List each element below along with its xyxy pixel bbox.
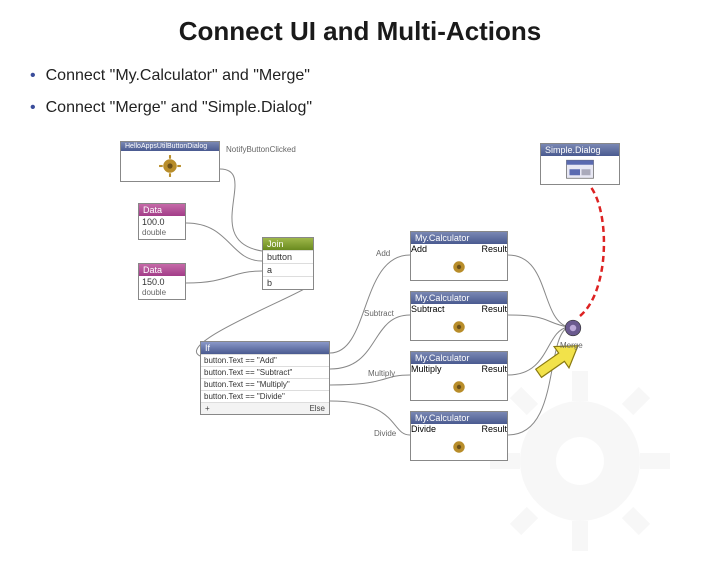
merge-label: Merge: [560, 341, 583, 350]
gear-icon: [411, 314, 507, 340]
if-row: button.Text == "Subtract": [201, 366, 329, 378]
port-label: Subtract: [364, 309, 394, 318]
node-join[interactable]: Join button a b: [262, 237, 314, 290]
node-simpledialog[interactable]: Simple.Dialog: [540, 143, 620, 185]
node-data-2[interactable]: Data 150.0 double: [138, 263, 186, 300]
gear-icon: [411, 254, 507, 280]
if-else: Else: [309, 404, 325, 413]
node-if[interactable]: If button.Text == "Add" button.Text == "…: [200, 341, 330, 415]
gear-icon: [121, 151, 219, 181]
bullet-item: Connect "Merge" and "Simple.Dialog": [30, 99, 720, 117]
node-header: My.Calculator: [411, 292, 507, 304]
node-header: If: [201, 342, 329, 354]
flow-diagram: HelloAppsUtilButtonDialog NotifyButtonCl…: [0, 131, 720, 511]
gear-icon: [480, 361, 680, 566]
if-row: button.Text == "Multiply": [201, 378, 329, 390]
merge-icon: [560, 315, 586, 341]
node-header: Data: [139, 204, 185, 216]
data-type: double: [139, 228, 185, 239]
node-data-1[interactable]: Data 100.0 double: [138, 203, 186, 240]
calc-result-label: Result: [481, 244, 507, 254]
if-row: button.Text == "Add": [201, 354, 329, 366]
dialog-icon: [541, 156, 619, 184]
bullet-list: Connect "My.Calculator" and "Merge" Conn…: [0, 47, 720, 117]
join-row: button: [263, 250, 313, 263]
port-label: Divide: [374, 429, 396, 438]
node-mycalculator[interactable]: My.Calculator Divide Result: [410, 411, 508, 461]
if-row: button.Text == "Divide": [201, 390, 329, 402]
if-plus[interactable]: +: [205, 404, 210, 413]
gear-icon: [411, 434, 507, 460]
calc-result-label: Result: [481, 364, 507, 374]
node-mycalculator[interactable]: My.Calculator Add Result: [410, 231, 508, 281]
node-mycalculator[interactable]: My.Calculator Multiply Result: [410, 351, 508, 401]
data-value: 150.0: [139, 276, 185, 288]
node-header: Simple.Dialog: [541, 144, 619, 156]
page-title: Connect UI and Multi-Actions: [0, 0, 720, 47]
node-header: My.Calculator: [411, 352, 507, 364]
bullet-item: Connect "My.Calculator" and "Merge": [30, 67, 720, 85]
calc-op-label: Divide: [411, 424, 436, 434]
join-row: b: [263, 276, 313, 289]
port-label: NotifyButtonClicked: [226, 145, 296, 154]
node-header: Join: [263, 238, 313, 250]
node-header: My.Calculator: [411, 232, 507, 244]
data-type: double: [139, 288, 185, 299]
node-header: Data: [139, 264, 185, 276]
port-label: Add: [376, 249, 390, 258]
gear-icon: [411, 374, 507, 400]
node-header: HelloAppsUtilButtonDialog: [121, 142, 219, 151]
calc-op-label: Multiply: [411, 364, 442, 374]
port-label: Multiply: [368, 369, 395, 378]
calc-op-label: Subtract: [411, 304, 445, 314]
calc-result-label: Result: [481, 424, 507, 434]
node-mycalculator[interactable]: My.Calculator Subtract Result: [410, 291, 508, 341]
calc-op-label: Add: [411, 244, 427, 254]
node-helloapps[interactable]: HelloAppsUtilButtonDialog: [120, 141, 220, 182]
node-header: My.Calculator: [411, 412, 507, 424]
join-row: a: [263, 263, 313, 276]
calc-result-label: Result: [481, 304, 507, 314]
data-value: 100.0: [139, 216, 185, 228]
